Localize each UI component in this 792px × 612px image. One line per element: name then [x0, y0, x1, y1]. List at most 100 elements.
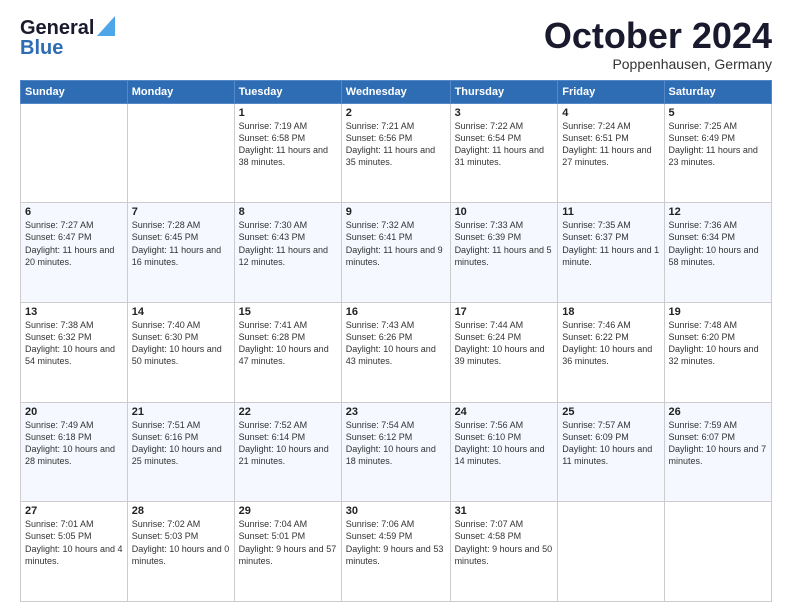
calendar-cell: 26Sunrise: 7:59 AM Sunset: 6:07 PM Dayli… [664, 402, 771, 502]
calendar-cell: 9 Sunrise: 7:32 AM Sunset: 6:41 PM Daylig… [341, 203, 450, 303]
day-number: 5 [669, 107, 767, 119]
calendar-cell: 28 Sunrise: 7:02 AM Sunset: 5:03 PM Dayli… [127, 502, 234, 602]
day-detail: Sunrise: 7:21 AM Sunset: 6:56 PM Dayligh… [346, 121, 435, 167]
page: General Blue October 2024 Poppenhausen, … [0, 0, 792, 612]
day-number: 26 [669, 406, 767, 418]
logo-blue: Blue [20, 37, 63, 60]
calendar-cell: 1 Sunrise: 7:19 AM Sunset: 6:58 PM Daylig… [234, 103, 341, 203]
day-detail: Sunrise: 7:27 AM Sunset: 6:47 PM Dayligh… [25, 220, 114, 266]
day-number: 28 [132, 505, 230, 517]
calendar-cell [21, 103, 128, 203]
day-detail: Sunrise: 7:35 AM Sunset: 6:37 PM Dayligh… [562, 220, 659, 266]
calendar-cell: 2 Sunrise: 7:21 AM Sunset: 6:56 PM Daylig… [341, 103, 450, 203]
day-detail: Sunrise: 7:43 AM Sunset: 6:26 PM Dayligh… [346, 320, 436, 366]
day-detail: Sunrise: 7:25 AM Sunset: 6:49 PM Dayligh… [669, 121, 758, 167]
calendar-cell: 4 Sunrise: 7:24 AM Sunset: 6:51 PM Daylig… [558, 103, 664, 203]
day-detail: Sunrise: 7:07 AM Sunset: 4:58 PM Dayligh… [455, 519, 553, 565]
calendar-cell: 18 Sunrise: 7:46 AM Sunset: 6:22 PM Dayli… [558, 302, 664, 402]
calendar-cell: 5 Sunrise: 7:25 AM Sunset: 6:49 PM Daylig… [664, 103, 771, 203]
calendar-cell: 29 Sunrise: 7:04 AM Sunset: 5:01 PM Dayli… [234, 502, 341, 602]
day-number: 16 [346, 306, 446, 318]
dow-friday: Friday [558, 80, 664, 103]
day-detail: Sunrise: 7:24 AM Sunset: 6:51 PM Dayligh… [562, 121, 651, 167]
day-detail: Sunrise: 7:56 AM Sunset: 6:10 PM Dayligh… [455, 420, 545, 466]
day-number: 4 [562, 107, 659, 119]
dow-wednesday: Wednesday [341, 80, 450, 103]
day-detail: Sunrise: 7:19 AM Sunset: 6:58 PM Dayligh… [239, 121, 328, 167]
day-detail: Sunrise: 7:57 AM Sunset: 6:09 PM Dayligh… [562, 420, 652, 466]
calendar-cell: 15 Sunrise: 7:41 AM Sunset: 6:28 PM Dayli… [234, 302, 341, 402]
day-number: 6 [25, 206, 123, 218]
calendar-cell: 30 Sunrise: 7:06 AM Sunset: 4:59 PM Dayli… [341, 502, 450, 602]
day-detail: Sunrise: 7:06 AM Sunset: 4:59 PM Dayligh… [346, 519, 444, 565]
calendar-body: 1 Sunrise: 7:19 AM Sunset: 6:58 PM Daylig… [21, 103, 772, 601]
week-row-2: 6 Sunrise: 7:27 AM Sunset: 6:47 PM Daylig… [21, 203, 772, 303]
day-detail: Sunrise: 7:32 AM Sunset: 6:41 PM Dayligh… [346, 220, 443, 266]
day-detail: Sunrise: 7:46 AM Sunset: 6:22 PM Dayligh… [562, 320, 652, 366]
day-number: 18 [562, 306, 659, 318]
dow-tuesday: Tuesday [234, 80, 341, 103]
day-detail: Sunrise: 7:30 AM Sunset: 6:43 PM Dayligh… [239, 220, 328, 266]
calendar-cell: 23 Sunrise: 7:54 AM Sunset: 6:12 PM Dayli… [341, 402, 450, 502]
day-number: 21 [132, 406, 230, 418]
day-number: 7 [132, 206, 230, 218]
calendar-cell [558, 502, 664, 602]
day-of-week-header-row: SundayMondayTuesdayWednesdayThursdayFrid… [21, 80, 772, 103]
calendar-cell: 11 Sunrise: 7:35 AM Sunset: 6:37 PM Dayli… [558, 203, 664, 303]
day-number: 12 [669, 206, 767, 218]
day-detail: Sunrise: 7:36 AM Sunset: 6:34 PM Dayligh… [669, 220, 759, 266]
calendar-cell: 6 Sunrise: 7:27 AM Sunset: 6:47 PM Daylig… [21, 203, 128, 303]
dow-sunday: Sunday [21, 80, 128, 103]
day-number: 1 [239, 107, 337, 119]
calendar-cell [664, 502, 771, 602]
title-area: October 2024 Poppenhausen, Germany [544, 16, 772, 72]
day-detail: Sunrise: 7:02 AM Sunset: 5:03 PM Dayligh… [132, 519, 230, 565]
month-title: October 2024 [544, 16, 772, 56]
week-row-4: 20Sunrise: 7:49 AM Sunset: 6:18 PM Dayli… [21, 402, 772, 502]
day-detail: Sunrise: 7:52 AM Sunset: 6:14 PM Dayligh… [239, 420, 329, 466]
day-number: 29 [239, 505, 337, 517]
dow-monday: Monday [127, 80, 234, 103]
calendar-cell [127, 103, 234, 203]
calendar-cell: 22 Sunrise: 7:52 AM Sunset: 6:14 PM Dayli… [234, 402, 341, 502]
day-number: 14 [132, 306, 230, 318]
day-detail: Sunrise: 7:04 AM Sunset: 5:01 PM Dayligh… [239, 519, 337, 565]
header: General Blue October 2024 Poppenhausen, … [20, 16, 772, 72]
day-number: 9 [346, 206, 446, 218]
day-detail: Sunrise: 7:28 AM Sunset: 6:45 PM Dayligh… [132, 220, 221, 266]
day-number: 30 [346, 505, 446, 517]
day-number: 3 [455, 107, 554, 119]
week-row-5: 27Sunrise: 7:01 AM Sunset: 5:05 PM Dayli… [21, 502, 772, 602]
day-number: 2 [346, 107, 446, 119]
day-number: 31 [455, 505, 554, 517]
day-detail: Sunrise: 7:41 AM Sunset: 6:28 PM Dayligh… [239, 320, 329, 366]
location: Poppenhausen, Germany [544, 56, 772, 72]
day-detail: Sunrise: 7:22 AM Sunset: 6:54 PM Dayligh… [455, 121, 544, 167]
calendar-cell: 21Sunrise: 7:51 AM Sunset: 6:16 PM Dayli… [127, 402, 234, 502]
day-number: 11 [562, 206, 659, 218]
day-detail: Sunrise: 7:54 AM Sunset: 6:12 PM Dayligh… [346, 420, 436, 466]
day-number: 22 [239, 406, 337, 418]
calendar-cell: 7 Sunrise: 7:28 AM Sunset: 6:45 PM Daylig… [127, 203, 234, 303]
day-number: 24 [455, 406, 554, 418]
week-row-1: 1 Sunrise: 7:19 AM Sunset: 6:58 PM Daylig… [21, 103, 772, 203]
day-detail: Sunrise: 7:01 AM Sunset: 5:05 PM Dayligh… [25, 519, 123, 565]
calendar-cell: 17Sunrise: 7:44 AM Sunset: 6:24 PM Dayli… [450, 302, 558, 402]
calendar-cell: 14 Sunrise: 7:40 AM Sunset: 6:30 PM Dayli… [127, 302, 234, 402]
calendar-cell: 31 Sunrise: 7:07 AM Sunset: 4:58 PM Dayli… [450, 502, 558, 602]
day-detail: Sunrise: 7:33 AM Sunset: 6:39 PM Dayligh… [455, 220, 552, 266]
logo-triangle-icon [97, 16, 115, 41]
calendar-cell: 19Sunrise: 7:48 AM Sunset: 6:20 PM Dayli… [664, 302, 771, 402]
day-number: 15 [239, 306, 337, 318]
calendar-cell: 24 Sunrise: 7:56 AM Sunset: 6:10 PM Dayli… [450, 402, 558, 502]
dow-saturday: Saturday [664, 80, 771, 103]
calendar-cell: 10 Sunrise: 7:33 AM Sunset: 6:39 PM Dayli… [450, 203, 558, 303]
day-detail: Sunrise: 7:38 AM Sunset: 6:32 PM Dayligh… [25, 320, 115, 366]
day-number: 23 [346, 406, 446, 418]
calendar-cell: 13Sunrise: 7:38 AM Sunset: 6:32 PM Dayli… [21, 302, 128, 402]
dow-thursday: Thursday [450, 80, 558, 103]
day-number: 10 [455, 206, 554, 218]
day-detail: Sunrise: 7:40 AM Sunset: 6:30 PM Dayligh… [132, 320, 222, 366]
calendar-cell: 8Sunrise: 7:30 AM Sunset: 6:43 PM Daylig… [234, 203, 341, 303]
week-row-3: 13Sunrise: 7:38 AM Sunset: 6:32 PM Dayli… [21, 302, 772, 402]
